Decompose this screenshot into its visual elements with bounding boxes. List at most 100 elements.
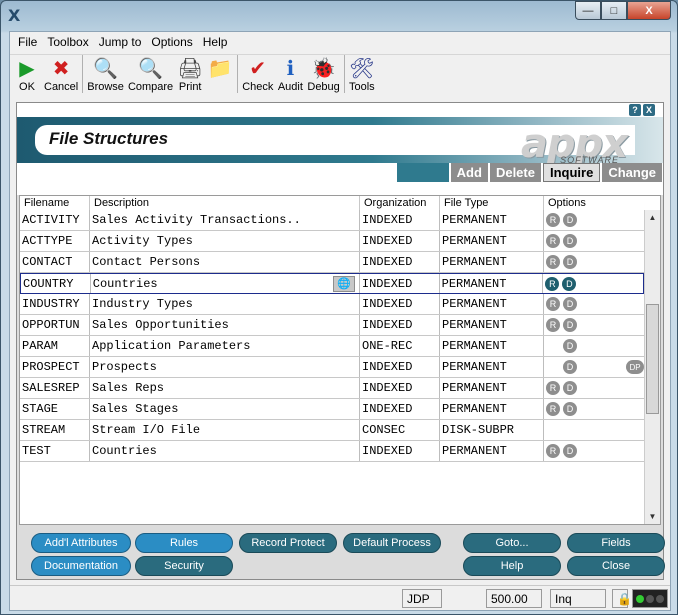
cell-type[interactable]: PERMANENT [440, 274, 544, 293]
cell-org[interactable]: INDEXED [360, 210, 440, 230]
default-process-button[interactable]: Default Process [343, 533, 441, 553]
menu-help[interactable]: Help [198, 32, 233, 52]
cell-name[interactable]: ACTTYPE [20, 231, 90, 251]
scroll-down-icon[interactable]: ▼ [645, 509, 660, 524]
option-r-icon[interactable]: R [546, 255, 560, 269]
cell-desc[interactable]: Prospects [90, 357, 360, 377]
table-row[interactable]: COUNTRY Countries 🌐 INDEXED PERMANENT R D [20, 273, 644, 294]
cell-desc[interactable]: Stream I/O File [90, 420, 360, 440]
cell-desc[interactable]: Countries [90, 441, 360, 461]
header-options[interactable]: Options [544, 196, 644, 210]
table-row[interactable]: OPPORTUN Sales Opportunities INDEXED PERMAN… [20, 315, 644, 336]
cell-name[interactable]: STREAM [20, 420, 90, 440]
toolbar-debug-button[interactable]: 🐞 Debug [305, 55, 341, 94]
option-d-icon[interactable]: D [563, 234, 577, 248]
documentation-button[interactable]: Documentation [31, 556, 131, 576]
cell-desc[interactable]: Sales Reps [90, 378, 360, 398]
cell-org[interactable]: INDEXED [360, 294, 440, 314]
tab-inquire[interactable]: Inquire [542, 163, 601, 182]
cell-type[interactable]: PERMANENT [440, 357, 544, 377]
cell-name[interactable]: ACTIVITY [20, 210, 90, 230]
cell-desc[interactable]: Activity Types [90, 231, 360, 251]
record-protect-button[interactable]: Record Protect [239, 533, 337, 553]
option-d-icon[interactable]: D [563, 339, 577, 353]
option-d-icon[interactable]: D [563, 360, 577, 374]
toolbar-audit-button[interactable]: ℹ Audit [275, 55, 305, 94]
option-r-icon[interactable]: R [546, 402, 560, 416]
option-d-icon[interactable]: D [563, 402, 577, 416]
close-window-button[interactable]: X [627, 1, 671, 20]
option-dp-icon[interactable]: DP [626, 360, 644, 374]
option-r-icon[interactable]: R [546, 234, 560, 248]
cell-org[interactable]: INDEXED [360, 252, 440, 272]
table-row[interactable]: ACTIVITY Sales Activity Transactions.. IND… [20, 210, 644, 231]
cell-type[interactable]: PERMANENT [440, 378, 544, 398]
cell-type[interactable]: PERMANENT [440, 441, 544, 461]
fields-button[interactable]: Fields [567, 533, 665, 553]
scroll-thumb[interactable] [646, 304, 659, 414]
cell-desc[interactable]: Industry Types [90, 294, 360, 314]
option-d-icon[interactable]: D [562, 276, 577, 291]
cell-org[interactable]: INDEXED [360, 231, 440, 251]
cell-type[interactable]: DISK-SUBPR [440, 420, 544, 440]
cell-desc[interactable]: Application Parameters [90, 336, 360, 356]
table-row[interactable]: INDUSTRY Industry Types INDEXED PERMANENT R D [20, 294, 644, 315]
header-description[interactable]: Description [90, 196, 360, 210]
help-button[interactable]: Help [463, 556, 561, 576]
globe-icon[interactable]: 🌐 [332, 276, 355, 292]
toolbar-ok-button[interactable]: ▶ OK [12, 55, 42, 94]
rules-button[interactable]: Rules [135, 533, 233, 553]
toolbar-tools-button[interactable]: 🛠 Tools [347, 55, 377, 94]
cell-desc[interactable]: Sales Activity Transactions.. [90, 210, 360, 230]
cell-name[interactable]: CONTACT [20, 252, 90, 272]
cell-type[interactable]: PERMANENT [440, 210, 544, 230]
close-button[interactable]: Close [567, 556, 665, 576]
title-bar[interactable]: X — □ X [1, 1, 677, 31]
table-row[interactable]: TEST Countries INDEXED PERMANENT R D [20, 441, 644, 462]
cell-type[interactable]: PERMANENT [440, 294, 544, 314]
maximize-button[interactable]: □ [601, 1, 627, 20]
option-d-icon[interactable]: D [563, 318, 577, 332]
cell-org[interactable]: INDEXED [360, 315, 440, 335]
cell-desc[interactable]: Countries 🌐 [91, 274, 360, 293]
header-filename[interactable]: Filename [20, 196, 90, 210]
toolbar-browse-button[interactable]: 🔍 Browse [85, 55, 126, 94]
toolbar-cancel-button[interactable]: ✖ Cancel [42, 55, 80, 94]
cell-name[interactable]: INDUSTRY [20, 294, 90, 314]
cell-name[interactable]: PROSPECT [20, 357, 90, 377]
cell-desc[interactable]: Sales Opportunities [90, 315, 360, 335]
cell-type[interactable]: PERMANENT [440, 231, 544, 251]
cell-org[interactable]: INDEXED [360, 441, 440, 461]
minimize-button[interactable]: — [575, 1, 601, 20]
addl-attributes-button[interactable]: Add'l Attributes [31, 533, 131, 553]
table-row[interactable]: PARAM Application Parameters ONE-REC PERMAN… [20, 336, 644, 357]
cell-name[interactable]: STAGE [20, 399, 90, 419]
table-row[interactable]: SALESREP Sales Reps INDEXED PERMANENT R D [20, 378, 644, 399]
tab-delete[interactable]: Delete [489, 163, 541, 182]
menu-toolbox[interactable]: Toolbox [42, 32, 93, 52]
goto-button[interactable]: Goto... [463, 533, 561, 553]
cell-name[interactable]: COUNTRY [21, 274, 91, 293]
security-button[interactable]: Security [135, 556, 233, 576]
option-r-icon[interactable]: R [546, 213, 560, 227]
cell-name[interactable]: OPPORTUN [20, 315, 90, 335]
cell-type[interactable]: PERMANENT [440, 315, 544, 335]
table-row[interactable]: ACTTYPE Activity Types INDEXED PERMANENT R D [20, 231, 644, 252]
cell-org[interactable]: INDEXED [360, 357, 440, 377]
cell-org[interactable]: ONE-REC [360, 336, 440, 356]
table-row[interactable]: STAGE Sales Stages INDEXED PERMANENT R D [20, 399, 644, 420]
help-icon[interactable]: ? [629, 104, 641, 116]
cell-org[interactable]: INDEXED [360, 274, 440, 293]
toolbar-compare-button[interactable]: 🔍 Compare [126, 55, 175, 94]
menu-options[interactable]: Options [146, 32, 197, 52]
scroll-up-icon[interactable]: ▲ [645, 210, 660, 225]
option-r-icon[interactable]: R [546, 444, 560, 458]
cell-name[interactable]: PARAM [20, 336, 90, 356]
header-organization[interactable]: Organization [360, 196, 440, 210]
toolbar-check-button[interactable]: ✔ Check [240, 55, 275, 94]
table-row[interactable]: PROSPECT Prospects INDEXED PERMANENT D DP [20, 357, 644, 378]
option-r-icon[interactable]: R [545, 276, 560, 291]
vertical-scrollbar[interactable]: ▲ ▼ [644, 210, 660, 524]
option-d-icon[interactable]: D [563, 381, 577, 395]
table-row[interactable]: CONTACT Contact Persons INDEXED PERMANENT R D [20, 252, 644, 273]
